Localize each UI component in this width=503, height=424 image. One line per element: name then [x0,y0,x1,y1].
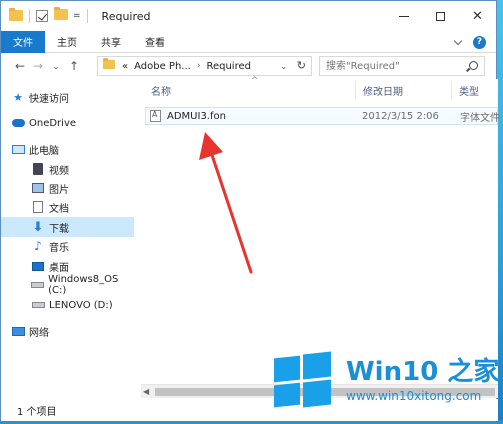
file-modified: 2012/3/15 2:06 [362,110,439,122]
nav-drive-d[interactable]: LENOVO (D:) [1,295,134,315]
folder-icon [98,58,116,73]
address-row: ← → ⌄ ↑ « Adobe Ph... › Required ⌄ ↻ [1,53,496,79]
navigation-pane: ★ 快速访问 OneDrive 此电脑 视频 图片 文档 ⬇ 下载 ♪ 音乐 桌… [1,81,134,396]
ribbon-tabs: 文件 主页 共享 查看 ? [1,30,496,53]
divider [29,9,30,23]
column-header-type[interactable]: 类型 [459,79,479,101]
nav-this-pc[interactable]: 此电脑 [1,139,134,159]
onedrive-icon [11,116,25,130]
nav-music[interactable]: ♪ 音乐 [1,236,134,256]
scroll-left-icon[interactable]: ◀ [143,387,149,396]
star-icon: ★ [13,90,23,104]
search-input[interactable] [326,57,466,75]
music-icon: ♪ [34,239,42,253]
search-icon[interactable] [469,61,478,70]
nav-desktop[interactable]: 桌面 [1,256,134,276]
nav-downloads[interactable]: ⬇ 下载 [1,217,134,237]
column-divider[interactable] [355,81,356,99]
folder-icon [9,8,23,22]
forward-button[interactable]: → [29,56,47,76]
window-title: Required [101,9,151,23]
nav-label: LENOVO (D:) [49,299,113,311]
up-button[interactable]: ↑ [65,56,83,76]
windows-logo-icon [274,351,332,409]
breadcrumb-required[interactable]: Required [206,61,251,72]
tab-file[interactable]: 文件 [1,30,45,53]
column-header-modified[interactable]: 修改日期 [363,79,403,101]
address-bar[interactable]: « Adobe Ph... › Required ⌄ ↻ [97,56,312,76]
tab-view[interactable]: 查看 [133,31,177,53]
properties-icon[interactable] [36,10,48,22]
video-icon [31,162,45,176]
expand-ribbon-icon[interactable] [453,36,463,45]
file-name: ADMUI3.fon [167,110,226,122]
tab-share[interactable]: 共享 [89,31,133,53]
nav-label: 桌面 [49,262,69,274]
nav-quick-access[interactable]: ★ 快速访问 [1,87,134,107]
nav-label: 快速访问 [29,93,69,105]
minimize-icon [398,15,409,17]
maximize-button[interactable] [422,1,459,31]
back-button[interactable]: ← [11,56,29,76]
drive-icon [31,278,45,292]
watermark-title: Win10 之家 [346,357,500,387]
nav-label: 文档 [49,203,69,215]
nav-label: Windows8_OS (C:) [48,274,119,296]
nav-pictures[interactable]: 图片 [1,178,134,198]
table-row[interactable]: ADMUI3.fon 2012/3/15 2:06 字体文件 [145,107,500,125]
nav-network[interactable]: 网络 [1,321,134,341]
nav-onedrive[interactable]: OneDrive [1,113,134,133]
close-icon: ✕ [472,8,483,24]
help-icon[interactable]: ? [473,35,486,49]
nav-label: 视频 [49,165,69,177]
close-button[interactable]: ✕ [459,1,496,31]
file-type: 字体文件 [460,112,500,124]
column-header-name[interactable]: 名称 [151,79,171,101]
font-file-icon [150,110,161,122]
maximize-icon [436,11,445,21]
nav-label: 下载 [49,223,69,235]
nav-videos[interactable]: 视频 [1,159,134,179]
nav-label: OneDrive [29,117,77,129]
minimize-button[interactable] [385,1,422,31]
item-count: 1 个项目 [17,406,57,418]
search-box [319,56,485,76]
refresh-icon[interactable]: ↻ [297,59,306,72]
column-label: 修改日期 [363,86,403,98]
network-icon [11,324,25,338]
nav-label: 音乐 [49,242,69,254]
breadcrumb-adobe[interactable]: Adobe Ph... [134,61,191,72]
watermark-url: www.win10xitong.com [346,389,482,403]
breadcrumb-overflow[interactable]: « [122,61,128,72]
column-label: 名称 [151,86,171,98]
quick-access-dropdown[interactable]: = [73,11,81,21]
title-bar: = Required ✕ [1,1,496,31]
divider [86,9,88,23]
column-label: 类型 [459,86,479,98]
annotation-arrow [199,132,253,274]
tab-home[interactable]: 主页 [45,31,89,53]
nav-label: 网络 [29,327,49,339]
nav-label: 此电脑 [29,145,59,157]
nav-documents[interactable]: 文档 [1,197,134,217]
ribbon-right: ? [453,31,486,53]
nav-drive-c[interactable]: Windows8_OS (C:) [1,274,134,296]
desktop-icon [31,259,45,273]
sort-ascending-icon: ^ [251,76,259,86]
this-pc-icon [11,142,25,156]
recent-locations-button[interactable]: ⌄ [47,56,65,76]
breadcrumb-separator[interactable]: › [197,61,201,71]
picture-icon [31,181,45,195]
drive-icon [31,298,45,312]
document-icon [31,200,45,214]
column-divider[interactable] [451,81,452,99]
download-icon: ⬇ [32,219,44,235]
address-dropdown-icon[interactable]: ⌄ [280,62,287,71]
nav-label: 图片 [49,184,69,196]
window-controls: ✕ [385,1,496,31]
new-folder-icon[interactable] [54,7,68,23]
watermark: Win10 之家 www.win10xitong.com [266,345,500,409]
